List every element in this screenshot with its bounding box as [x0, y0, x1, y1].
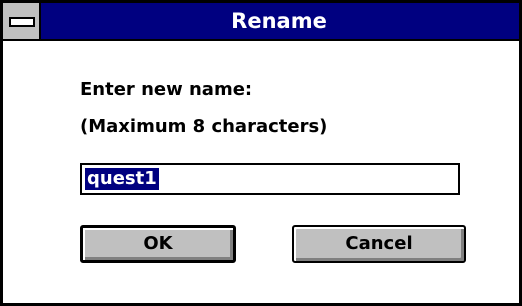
system-menu-bar: [9, 17, 35, 27]
prompt-label: Enter new name:: [80, 79, 253, 100]
ok-button[interactable]: OK: [80, 225, 236, 263]
new-name-input[interactable]: quest1: [80, 163, 460, 195]
cancel-button[interactable]: Cancel: [292, 225, 466, 263]
prompt-hint: (Maximum 8 characters): [80, 116, 328, 137]
new-name-value: quest1: [85, 168, 159, 190]
title-bar[interactable]: Rename: [3, 3, 519, 41]
window-title: Rename: [231, 9, 327, 33]
rename-dialog: Rename Enter new name: (Maximum 8 charac…: [0, 0, 522, 306]
system-menu-icon[interactable]: [3, 3, 41, 39]
